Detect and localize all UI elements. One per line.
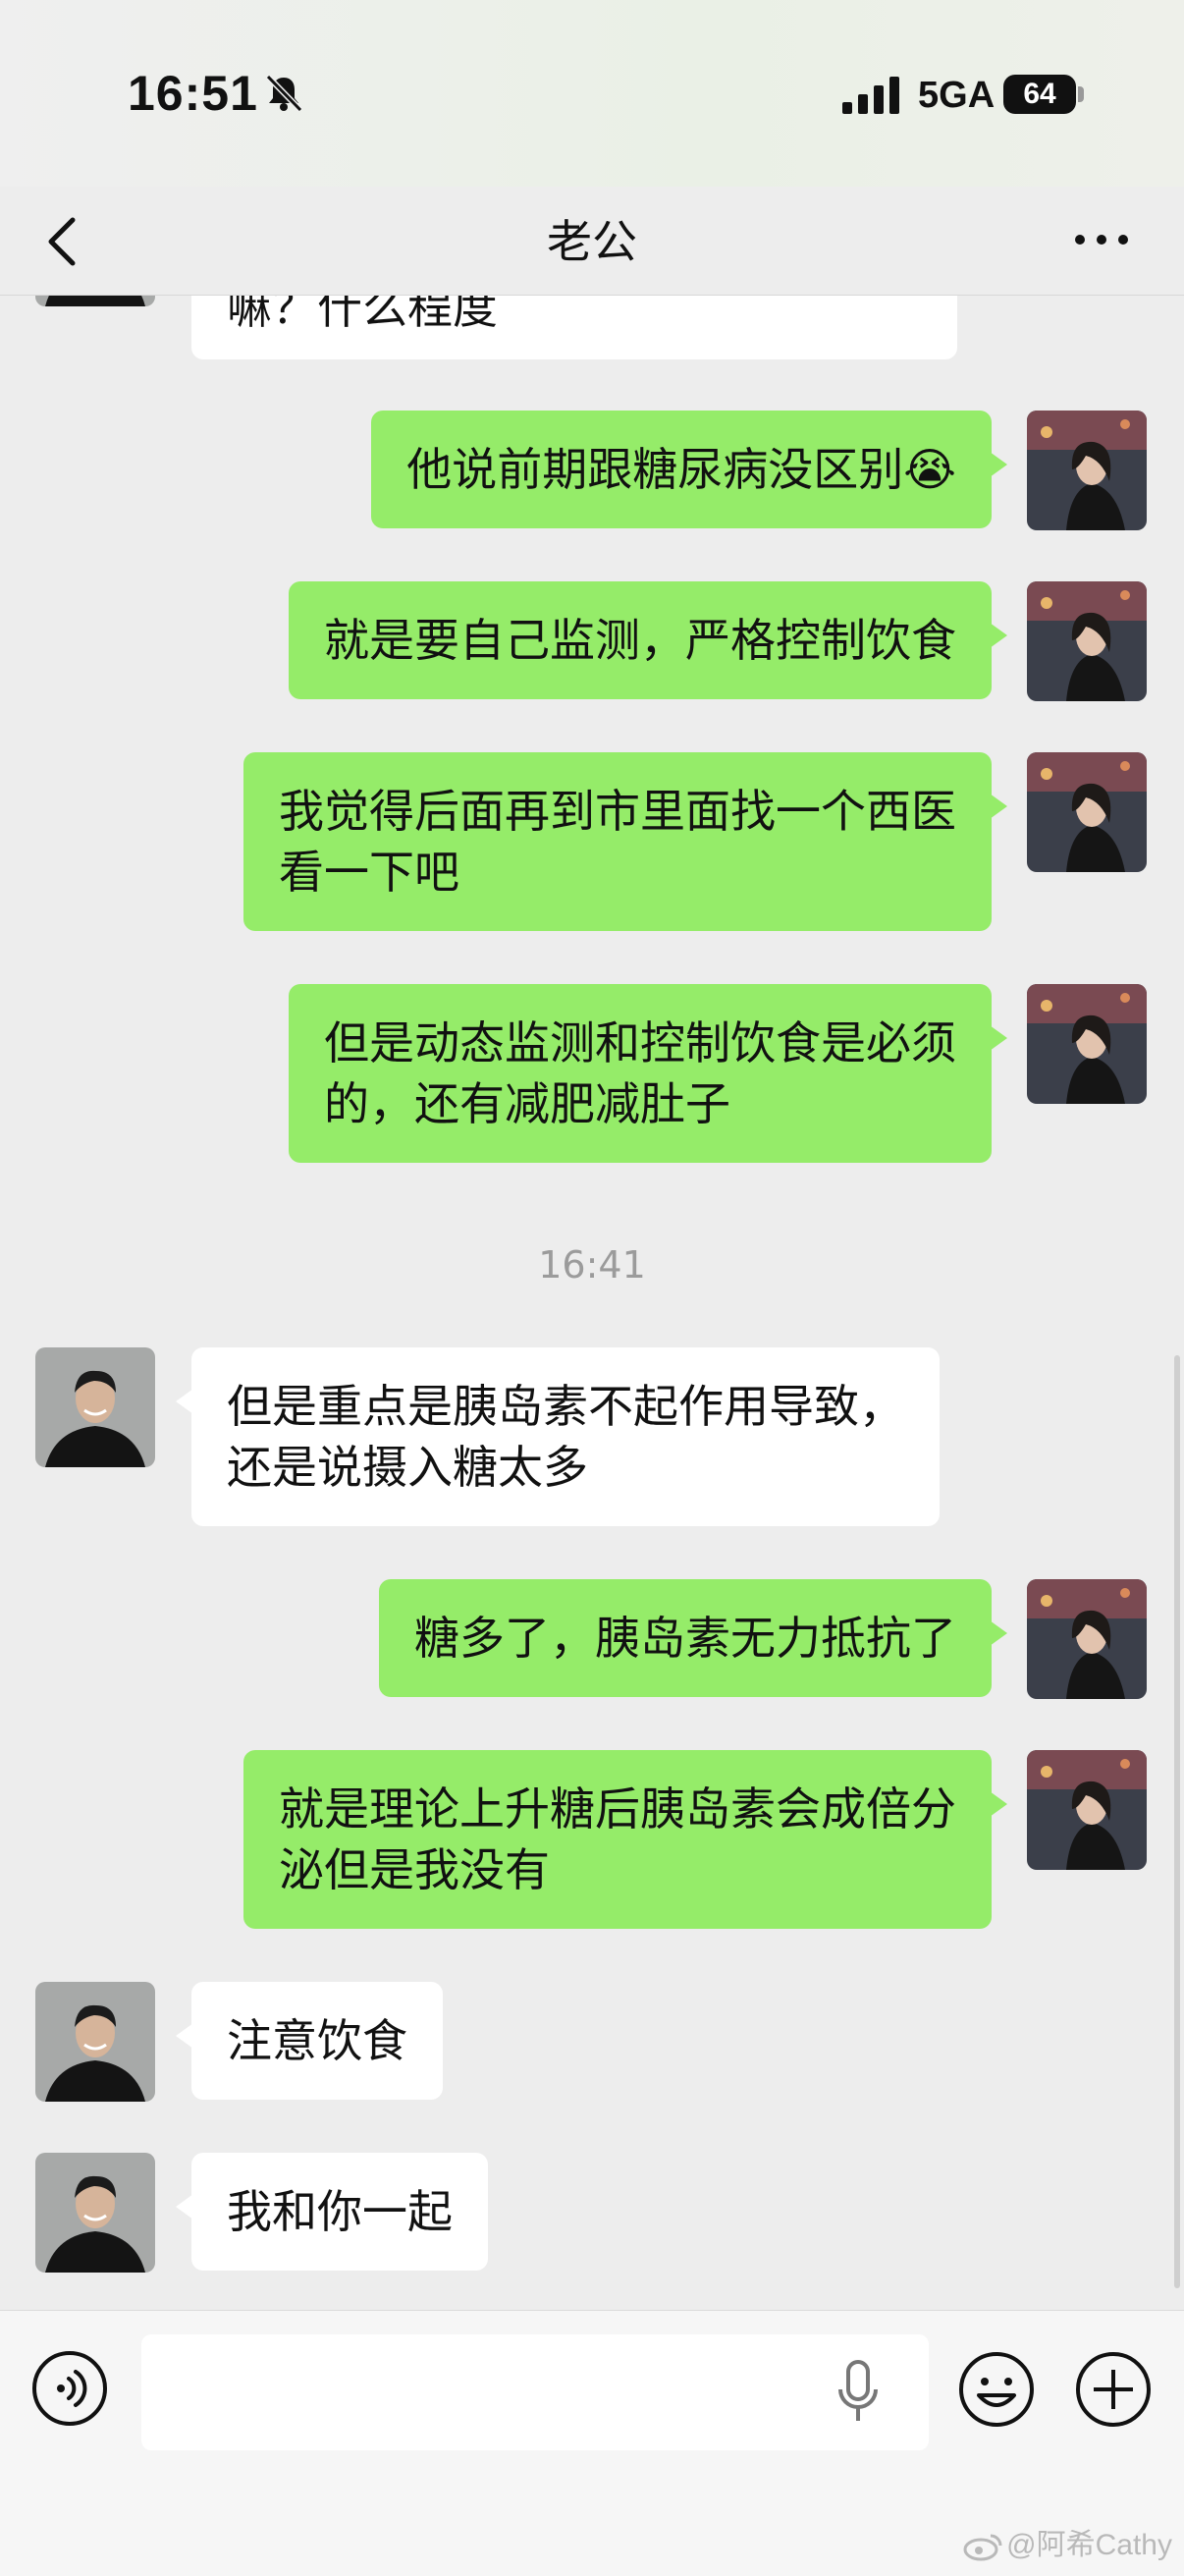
avatar[interactable] <box>35 1982 155 2102</box>
message-timestamp: 16:41 <box>538 1243 646 1287</box>
battery-icon: 64 <box>1003 75 1076 114</box>
message-input[interactable] <box>141 2334 929 2450</box>
message-bubble[interactable]: 我觉得后面再到市里面找一个西医 看一下吧 <box>243 752 1007 931</box>
nav-bar: 老公 <box>0 187 1184 296</box>
battery-tip <box>1078 86 1084 102</box>
avatar[interactable] <box>35 1347 155 1467</box>
message-bubble[interactable]: 就是要自己监测，严格控制饮食 <box>289 581 1007 699</box>
avatar[interactable] <box>35 295 155 306</box>
avatar[interactable] <box>1027 411 1147 530</box>
avatar[interactable] <box>1027 1579 1147 1699</box>
mic-icon[interactable] <box>836 2360 880 2425</box>
emoji-icon[interactable] <box>957 2350 1036 2429</box>
watermark-text: @阿希Cathy <box>1006 2529 1172 2561</box>
signal-icon <box>842 77 899 114</box>
message-bubble[interactable]: 但是重点是胰岛素不起作用导致， 还是说摄入糖太多 <box>176 1347 940 1526</box>
chat-title: 老公 <box>547 215 637 268</box>
message-bubble[interactable]: 注意饮食 <box>176 1982 443 2100</box>
message-bubble[interactable]: 他说前期跟糖尿病没区别😭 <box>371 411 1007 528</box>
avatar[interactable] <box>35 2153 155 2273</box>
voice-icon[interactable] <box>31 2350 108 2427</box>
avatar[interactable] <box>1027 1750 1147 1870</box>
message-bubble[interactable]: 但是动态监测和控制饮食是必须 的，还有减肥减肚子 <box>289 984 1007 1163</box>
network-type: 5GA <box>918 75 996 116</box>
message-bubble[interactable]: 糖多了，胰岛素无力抵抗了 <box>379 1579 1007 1697</box>
chat-area[interactable]: 嘛？什么程度 他说前期跟糖尿病没区别😭 就是要自己监测，严格控制饮食 我觉得后面… <box>0 295 1184 2310</box>
avatar[interactable] <box>1027 984 1147 1104</box>
status-time: 16:51 <box>128 66 258 121</box>
message-bubble[interactable]: 嘛？什么程度 <box>191 295 957 359</box>
watermark: @阿希Cathy <box>963 2520 1172 2563</box>
weibo-icon <box>963 2534 1002 2561</box>
message-bubble[interactable]: 就是理论上升糖后胰岛素会成倍分 泌但是我没有 <box>243 1750 1007 1929</box>
avatar[interactable] <box>1027 581 1147 701</box>
plus-icon[interactable] <box>1074 2350 1153 2429</box>
scrollbar[interactable] <box>1174 1355 1180 2288</box>
message-bubble[interactable]: 我和你一起 <box>176 2153 488 2271</box>
more-icon[interactable] <box>1072 228 1131 251</box>
status-bar: 16:51 5GA 64 <box>0 0 1184 187</box>
bell-off-icon <box>265 74 303 113</box>
avatar[interactable] <box>1027 752 1147 872</box>
